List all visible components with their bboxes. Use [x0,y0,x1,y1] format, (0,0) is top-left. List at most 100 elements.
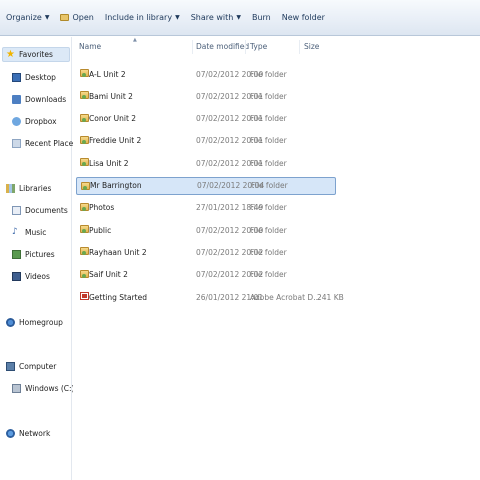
nav-item-label: Homegroup [19,318,63,327]
file-type: File folder [251,181,288,190]
folder-icon [80,135,89,144]
nav-item-label: Recent Places [25,139,78,148]
file-type: File folder [250,91,287,101]
organize-button[interactable]: Organize ▼ [6,9,49,27]
nav-item-label: Music [25,228,47,237]
dropbox-icon [12,117,21,126]
nav-item-pictures[interactable]: Pictures [12,247,55,262]
pictures-icon [12,250,21,259]
nav-item-recent-places[interactable]: Recent Places [12,136,77,151]
file-name: Conor Unit 2 [89,114,137,124]
nav-item-homegroup[interactable]: Homegroup [6,315,63,330]
nav-item-windows-c[interactable]: Windows (C:) [12,381,74,396]
sort-ascending-icon: ▲ [133,37,137,43]
file-size: 241 KB [317,292,344,302]
open-button[interactable]: Open [60,9,94,27]
nav-item-desktop[interactable]: Desktop [12,70,56,85]
videos-icon [12,272,21,281]
folder-open-icon [60,14,70,21]
file-type: File folder [250,69,287,79]
burn-button[interactable]: Burn [252,9,271,27]
column-divider[interactable] [299,40,300,54]
nav-item-favorites[interactable]: ★ Favorites [2,47,70,62]
new-folder-button[interactable]: New folder [282,9,325,27]
column-header-type[interactable]: Type [250,42,267,51]
nav-item-label: Videos [25,272,50,281]
share-with-button[interactable]: Share with ▼ [191,9,241,27]
nav-item-computer[interactable]: Computer [6,359,56,374]
desktop-icon [12,73,21,82]
file-type: File folder [250,225,287,235]
file-row[interactable]: Freddie Unit 2 07/02/2012 20:01 File folde… [76,132,336,150]
nav-item-downloads[interactable]: Downloads [12,92,66,107]
nav-item-label: Libraries [19,184,52,193]
file-type: File folder [250,203,287,213]
nav-item-documents[interactable]: Documents [12,203,68,218]
file-type: File folder [250,114,287,124]
file-row[interactable]: Lisa Unit 2 07/02/2012 20:01 File folder [76,154,336,172]
burn-label: Burn [251,13,271,22]
column-divider[interactable] [192,40,193,54]
file-name: Public [89,225,112,235]
nav-item-network[interactable]: Network [6,426,50,441]
pdf-file-icon [80,292,89,300]
nav-item-videos[interactable]: Videos [12,269,50,284]
column-header-size[interactable]: Size [304,42,319,51]
folder-icon [80,202,89,211]
file-row[interactable]: Bami Unit 2 07/02/2012 20:01 File folder [76,87,336,105]
file-name: Getting Started [89,292,147,302]
nav-item-label: Downloads [25,95,67,104]
drive-icon [12,384,21,393]
network-icon [6,429,15,438]
file-row[interactable]: Mr Barrington 07/02/2012 20:04 File folder [76,176,336,195]
homegroup-icon [6,318,15,327]
file-type: File folder [250,247,287,257]
nav-item-label: Documents [25,206,68,215]
file-name: Freddie Unit 2 [89,136,142,146]
nav-item-libraries[interactable]: Libraries [6,181,51,196]
file-row[interactable]: Photos 27/01/2012 18:49 File folder [76,199,336,217]
file-name: Saif Unit 2 [89,270,128,280]
folder-icon [80,158,89,167]
file-name: Mr Barrington [90,181,142,190]
nav-item-dropbox[interactable]: Dropbox [12,114,57,129]
file-list: ▲ Name Date modified Type Size A-L Unit … [73,37,480,480]
file-row[interactable]: Public 07/02/2012 20:00 File folder [76,221,336,239]
file-name: Bami Unit 2 [89,91,133,101]
nav-item-label: Dropbox [25,117,57,126]
file-row[interactable]: Rayhaan Unit 2 07/02/2012 20:02 File folde… [76,243,336,261]
nav-item-music[interactable]: ♪ Music [12,225,46,240]
file-row[interactable]: Getting Started 26/01/2012 21:01 Adobe Acr… [76,288,344,306]
folder-icon [80,91,89,100]
folder-icon [81,181,90,190]
music-note-icon: ♪ [12,227,18,237]
column-divider[interactable] [245,40,246,54]
new-folder-label: New folder [281,13,325,22]
nav-item-label: Desktop [25,73,56,82]
file-name: Rayhaan Unit 2 [89,247,147,257]
chevron-down-icon: ▼ [44,14,50,21]
nav-item-label: Computer [19,362,57,371]
chevron-down-icon: ▼ [236,14,241,21]
folder-icon [80,113,89,122]
organize-label: Organize [6,13,42,22]
column-header-date-modified[interactable]: Date modified [196,42,249,51]
nav-item-label: Favorites [19,50,53,59]
nav-item-label: Pictures [25,250,55,259]
file-row[interactable]: A-L Unit 2 07/02/2012 20:00 File folder [76,65,336,83]
include-in-library-button[interactable]: Include in library ▼ [105,9,180,27]
folder-icon [80,247,89,256]
documents-icon [12,206,21,215]
command-bar: Organize ▼ Open Include in library ▼ Sha… [0,0,480,36]
file-row[interactable]: Saif Unit 2 07/02/2012 20:02 File folder [76,266,336,284]
nav-item-label: Windows (C:) [25,384,75,393]
recent-places-icon [12,139,21,148]
downloads-icon [12,95,21,104]
folder-icon [80,69,89,77]
chevron-down-icon: ▼ [175,14,180,21]
column-header-name[interactable]: Name [79,42,101,51]
file-name: Photos [89,203,115,213]
file-row[interactable]: Conor Unit 2 07/02/2012 20:01 File folder [76,110,336,128]
libraries-icon [6,184,15,193]
file-type: File folder [250,136,287,146]
